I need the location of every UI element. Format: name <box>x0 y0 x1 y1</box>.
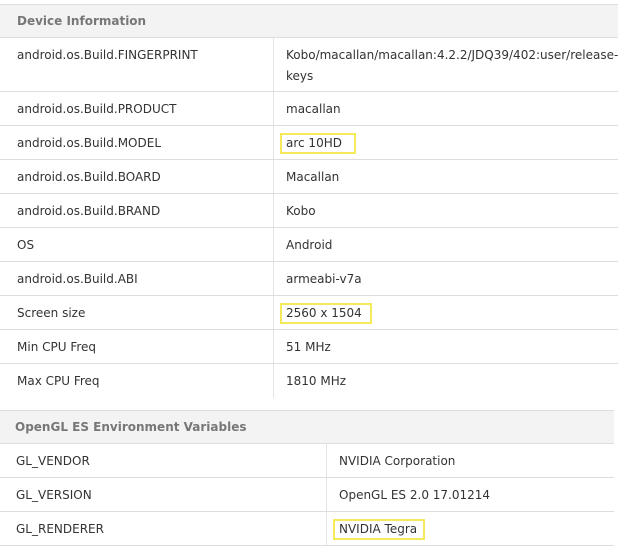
table-row-gl-version: GL_VERSION OpenGL ES 2.0 17.01214 <box>0 478 614 512</box>
table-row-gl-renderer: GL_RENDERER NVIDIA Tegra <box>0 512 614 546</box>
row-value: 51 MHz <box>286 340 331 354</box>
row-key: GL_VENDOR <box>16 454 90 468</box>
row-value: 2560 x 1504 <box>280 303 618 324</box>
highlighted-value: NVIDIA Tegra <box>333 519 425 540</box>
table-row-fingerprint: android.os.Build.FINGERPRINT Kobo/macall… <box>0 38 618 92</box>
table-row-os: OS Android <box>0 228 618 262</box>
row-key: android.os.Build.BRAND <box>17 204 161 218</box>
row-key: android.os.Build.PRODUCT <box>17 102 177 116</box>
row-value: Android <box>286 238 333 252</box>
table-row-gl-vendor: GL_VENDOR NVIDIA Corporation <box>0 444 614 478</box>
row-key: OS <box>17 238 35 252</box>
row-key: Screen size <box>17 306 86 320</box>
row-value: macallan <box>286 102 341 116</box>
row-value: NVIDIA Corporation <box>339 454 456 468</box>
column-divider <box>273 296 274 329</box>
row-key: android.os.Build.BOARD <box>17 170 161 184</box>
row-key: Max CPU Freq <box>17 374 100 388</box>
column-divider <box>273 194 274 227</box>
row-value: Kobo <box>286 204 316 218</box>
opengl-header: OpenGL ES Environment Variables <box>0 410 614 444</box>
table-row-abi: android.os.Build.ABI armeabi-v7a <box>0 262 618 296</box>
row-value-line: keys <box>286 69 314 83</box>
column-divider <box>273 92 274 125</box>
device-information-table: Device Information android.os.Build.FING… <box>0 4 618 398</box>
row-key: Min CPU Freq <box>17 340 97 354</box>
row-key: android.os.Build.FINGERPRINT <box>17 48 198 62</box>
row-value: arc 10HD <box>280 133 618 154</box>
table-row-screen-size: Screen size 2560 x 1504 <box>0 296 618 330</box>
table-row-min-cpu: Min CPU Freq 51 MHz <box>0 330 618 364</box>
row-key: GL_RENDERER <box>16 522 104 536</box>
column-divider <box>273 364 274 398</box>
row-key: GL_VERSION <box>16 488 92 502</box>
row-value: OpenGL ES 2.0 17.01214 <box>339 488 491 502</box>
row-key: android.os.Build.ABI <box>17 272 138 286</box>
column-divider <box>326 478 327 511</box>
opengl-table: OpenGL ES Environment Variables GL_VENDO… <box>0 410 614 546</box>
row-value: armeabi-v7a <box>286 272 362 286</box>
table-row-product: android.os.Build.PRODUCT macallan <box>0 92 618 126</box>
column-divider <box>326 512 327 545</box>
device-information-header: Device Information <box>0 4 618 38</box>
highlighted-value: 2560 x 1504 <box>280 303 372 324</box>
highlighted-value: arc 10HD <box>280 133 356 154</box>
column-divider <box>273 38 274 91</box>
column-divider <box>273 330 274 363</box>
table-row-brand: android.os.Build.BRAND Kobo <box>0 194 618 228</box>
row-key: android.os.Build.MODEL <box>17 136 162 150</box>
row-value: NVIDIA Tegra <box>333 519 614 540</box>
table-row-model: android.os.Build.MODEL arc 10HD <box>0 126 618 160</box>
row-value: Macallan <box>286 170 340 184</box>
column-divider <box>273 160 274 193</box>
column-divider <box>273 126 274 159</box>
table-row-max-cpu: Max CPU Freq 1810 MHz <box>0 364 618 398</box>
row-value: Kobo/macallan/macallan:4.2.2/JDQ39/402:u… <box>286 45 618 87</box>
row-value: 1810 MHz <box>286 374 347 388</box>
table-row-board: android.os.Build.BOARD Macallan <box>0 160 618 194</box>
column-divider <box>326 444 327 477</box>
row-value-line: Kobo/macallan/macallan:4.2.2/JDQ39/402:u… <box>286 48 619 62</box>
column-divider <box>273 228 274 261</box>
column-divider <box>273 262 274 295</box>
